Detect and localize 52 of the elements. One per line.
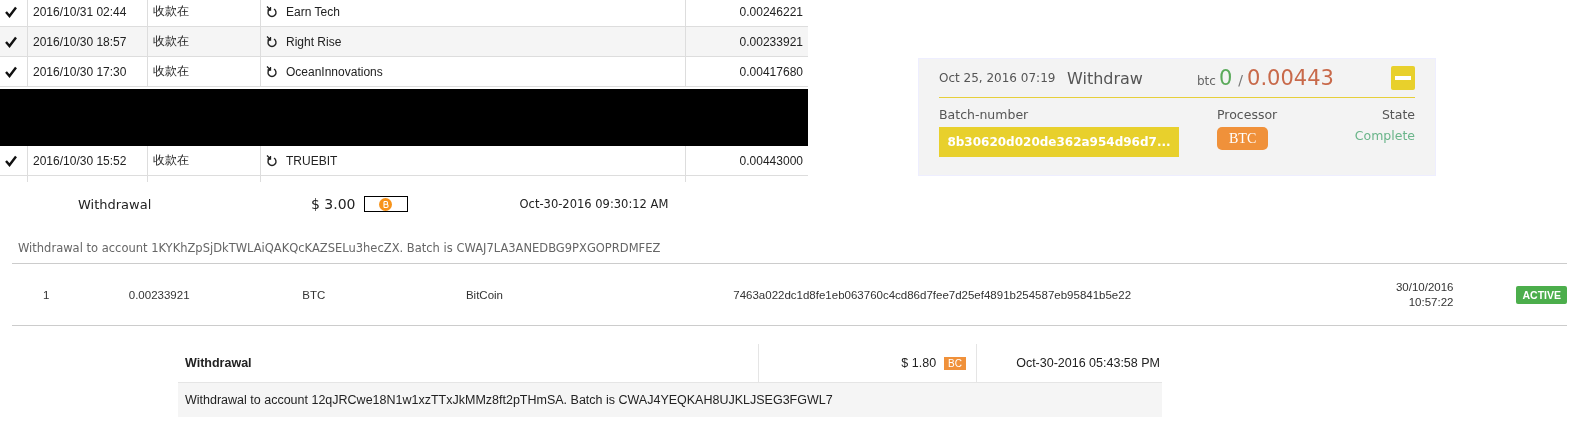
state-value: Complete xyxy=(1353,128,1415,143)
withdrawal-amount: $ 3.00 xyxy=(311,196,356,212)
processor-label: Processor xyxy=(1217,107,1279,122)
date-cell: 30/10/2016 xyxy=(1395,281,1454,293)
time-cell: 10:57:22 xyxy=(1408,296,1454,308)
rotate-icon xyxy=(266,35,278,48)
date-cell: 2016/10/31 02:44 xyxy=(33,4,127,19)
batch-number: 8b30620d020de362a954d96d7... xyxy=(939,127,1179,157)
date-cell: 2016/10/30 17:30 xyxy=(33,64,127,79)
withdrawal-note: Withdrawal to account 12qJRCwe18N1w1xzTTxJkMMz8ft2pTHmSA. Batch is CWAJ4YEQKAH8UJKLJSEG3FGWL7 xyxy=(178,383,1162,417)
date-cell: 2016/10/30 15:52 xyxy=(33,153,127,168)
state-label: State xyxy=(1380,107,1415,122)
amount-cell-text: 0.00233921 xyxy=(128,288,191,301)
type-cell: 收款在 xyxy=(153,152,189,169)
status-badge: ACTIVE xyxy=(1516,285,1567,304)
currency-badge: BC xyxy=(944,356,966,370)
withdrawal-date: Oct-30-2016 09:30:12 AM xyxy=(519,197,669,211)
withdrawal-label: Withdrawal xyxy=(78,196,153,212)
amount-cell: 0.00233921 xyxy=(739,34,803,49)
total-amount: 0.00443 xyxy=(1247,66,1334,90)
name-cell: OceanInnovations xyxy=(286,64,383,79)
currency-cell-text: BTC xyxy=(302,288,327,301)
type-cell: 收款在 xyxy=(153,33,189,50)
withdrawal-note: Withdrawal to account 1KYKhZpSjDkTWLAiQAKQcKAZSELu3hecZX. Batch is CWAJ7LA3ANEDBG9PXGOPRDMFEZ xyxy=(18,241,662,255)
withdrawal-amount: $ 1.80 xyxy=(901,356,937,370)
name-cell: Earn Tech xyxy=(286,4,340,19)
withdrawal-label: Withdrawal xyxy=(178,344,759,382)
received-amount: 0 xyxy=(1218,66,1233,90)
amount-cell: 0.00417680 xyxy=(739,64,803,79)
type-cell: 收款在 xyxy=(153,63,189,80)
row-number: 1 xyxy=(43,288,51,301)
withdraw-title: Withdraw xyxy=(1067,68,1144,88)
rotate-icon xyxy=(266,154,278,167)
amount-cell: 0.00443000 xyxy=(739,153,803,168)
unit-label: btc xyxy=(1197,74,1216,88)
separator: / xyxy=(1238,72,1243,88)
amount-cell: 0.00246221 xyxy=(739,4,803,19)
name-cell: Right Rise xyxy=(286,34,342,49)
rotate-icon xyxy=(266,65,278,78)
hash-cell-text: 7463a022dc1d8fe1eb063760c4cd86d7fee7d25ef4891b254587eb95841b5e22 xyxy=(733,288,1133,301)
withdrawal-date: Oct-30-2016 05:43:58 PM xyxy=(1016,356,1161,370)
date-cell: 2016/10/30 18:57 xyxy=(33,34,127,49)
processor-badge: BTC xyxy=(1217,127,1269,150)
withdraw-date: Oct 25, 2016 07:19 xyxy=(939,71,1057,85)
type-cell: 收款在 xyxy=(153,3,189,20)
rotate-icon xyxy=(266,5,278,18)
collapse-button[interactable] xyxy=(1391,66,1415,90)
batch-label: Batch-number xyxy=(939,107,1030,122)
method-cell-text: BitCoin xyxy=(465,288,504,301)
name-cell: TRUEBIT xyxy=(286,153,338,168)
minus-icon xyxy=(1395,76,1411,80)
bitcoin-icon xyxy=(379,197,393,211)
